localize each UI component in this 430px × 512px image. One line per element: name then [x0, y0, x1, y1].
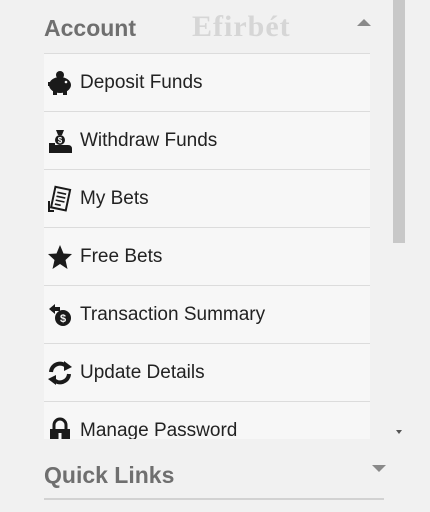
- menu-item-label: Deposit Funds: [80, 71, 203, 93]
- scrollbar-thumb[interactable]: [393, 0, 405, 243]
- quick-links-title: Quick Links: [44, 461, 175, 488]
- menu-item-label: Manage Password: [80, 419, 238, 440]
- menu-item-update-details[interactable]: Update Details: [44, 344, 370, 402]
- star-icon: [46, 243, 74, 271]
- piggy-bank-icon: [46, 69, 74, 97]
- expand-caret-icon[interactable]: [372, 465, 386, 472]
- lock-icon: [46, 417, 74, 439]
- menu-item-label: Withdraw Funds: [80, 129, 218, 151]
- money-hand-icon: $: [46, 127, 74, 155]
- collapse-caret-icon[interactable]: [357, 19, 371, 26]
- account-panel: Account Efirbét Deposit Funds $ Withdraw…: [0, 0, 430, 512]
- menu-item-withdraw-funds[interactable]: $ Withdraw Funds: [44, 112, 370, 170]
- menu-item-deposit-funds[interactable]: Deposit Funds: [44, 54, 370, 112]
- scroll-down-arrow-icon[interactable]: [396, 430, 402, 434]
- bet-slip-icon: [46, 185, 74, 213]
- menu-item-label: My Bets: [80, 187, 149, 209]
- menu-item-label: Transaction Summary: [80, 303, 266, 325]
- quick-links-divider: [44, 498, 384, 500]
- menu-item-manage-password[interactable]: Manage Password: [44, 402, 370, 439]
- dollar-exchange-icon: $: [46, 301, 74, 329]
- menu-item-transaction-summary[interactable]: $ Transaction Summary: [44, 286, 370, 344]
- brand-watermark: Efirbét: [192, 10, 291, 43]
- account-title: Account: [44, 14, 136, 41]
- svg-text:$: $: [60, 313, 66, 325]
- menu-item-my-bets[interactable]: My Bets: [44, 170, 370, 228]
- quick-links-section-header[interactable]: Quick Links: [44, 450, 370, 500]
- menu-item-label: Update Details: [80, 361, 205, 383]
- menu-item-free-bets[interactable]: Free Bets: [44, 228, 370, 286]
- account-menu: Deposit Funds $ Withdraw Funds My Bets F…: [44, 53, 370, 439]
- svg-text:$: $: [58, 136, 63, 145]
- menu-item-label: Free Bets: [80, 245, 163, 267]
- refresh-icon: [46, 359, 74, 387]
- menu-scrollbar[interactable]: [392, 0, 406, 440]
